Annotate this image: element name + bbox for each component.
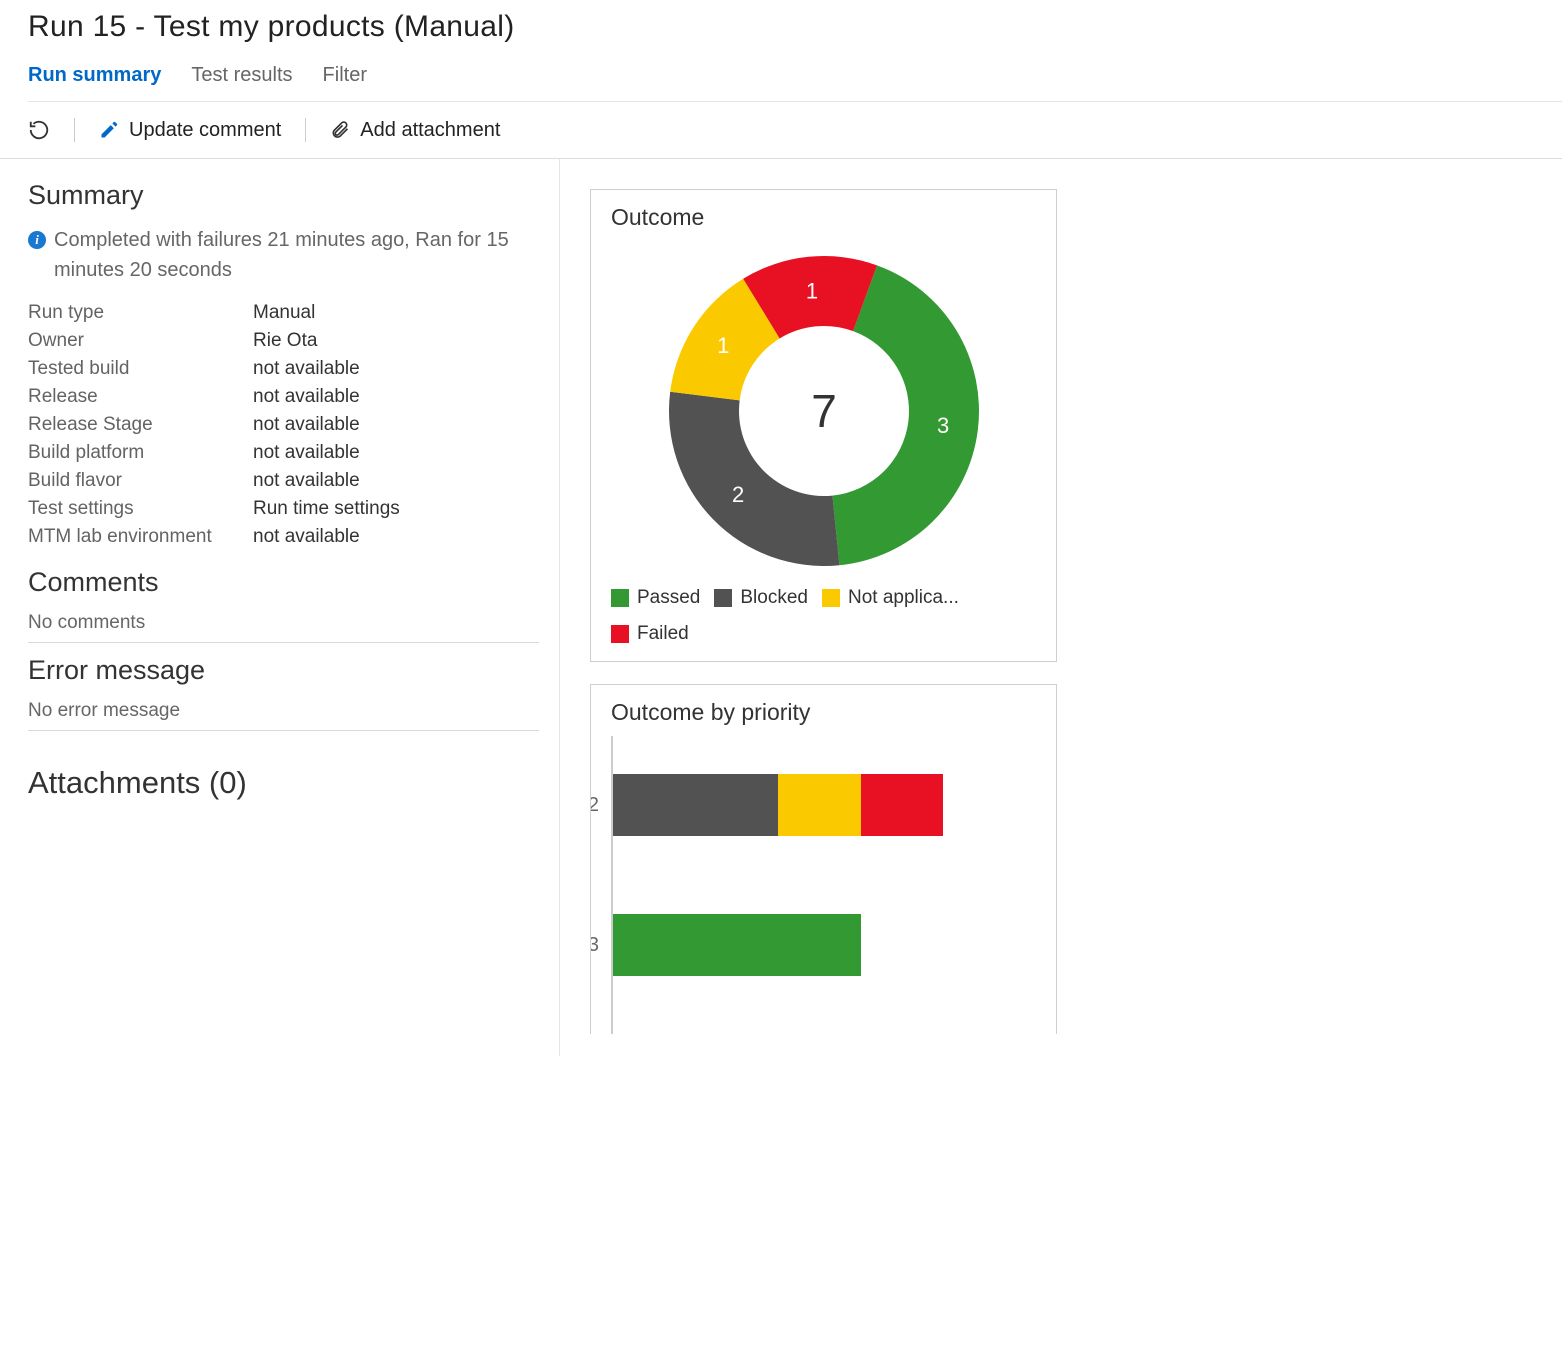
prop-val: not available	[253, 411, 400, 439]
bar-segment-passed[interactable]	[613, 914, 861, 976]
toolbar-separator	[74, 118, 75, 142]
bar-segment-blocked[interactable]	[613, 774, 778, 836]
outcome-title: Outcome	[611, 204, 1036, 231]
bar-category-label: 3	[590, 934, 599, 957]
refresh-icon	[28, 119, 50, 141]
info-icon: i	[28, 231, 46, 249]
prop-row: Build platformnot available	[28, 439, 400, 467]
card-outcome-by-priority: Outcome by priority 23	[590, 684, 1057, 1034]
prop-key: Test settings	[28, 495, 253, 523]
bar-chart: 23	[611, 736, 967, 1034]
prop-key: MTM lab environment	[28, 523, 253, 551]
pencil-icon	[99, 120, 119, 140]
prop-row: Release Stagenot available	[28, 411, 400, 439]
tab-test-results[interactable]: Test results	[191, 64, 292, 87]
page-title: Run 15 - Test my products (Manual)	[28, 10, 1562, 44]
run-properties: Run typeManual OwnerRie Ota Tested build…	[28, 299, 400, 551]
tab-bar: Run summary Test results Filter	[28, 64, 1562, 102]
donut-slice-label: 1	[805, 279, 817, 304]
legend-swatch	[714, 589, 732, 607]
donut-slice-label: 1	[717, 333, 729, 358]
legend-label: Blocked	[740, 587, 808, 609]
status-text: Completed with failures 21 minutes ago, …	[54, 225, 539, 285]
bar-category-label: 2	[590, 794, 599, 817]
error-heading: Error message	[28, 655, 539, 686]
prop-row: MTM lab environmentnot available	[28, 523, 400, 551]
bar-row: 2	[590, 774, 945, 836]
attachments-heading: Attachments (0)	[28, 765, 539, 801]
prop-val: not available	[253, 439, 400, 467]
legend-item[interactable]: Failed	[611, 623, 689, 645]
prop-val: Manual	[253, 299, 400, 327]
prop-key: Release	[28, 383, 253, 411]
add-attachment-label: Add attachment	[360, 119, 500, 142]
donut-center-total: 7	[811, 385, 837, 437]
prop-val: not available	[253, 383, 400, 411]
comments-heading: Comments	[28, 567, 539, 598]
card-outcome: Outcome 3 2 1 1 7 Passed Blocked Not applica..…	[590, 189, 1057, 662]
update-comment-label: Update comment	[129, 119, 281, 142]
update-comment-button[interactable]: Update comment	[99, 119, 281, 142]
prop-row: Run typeManual	[28, 299, 400, 327]
prop-row: Build flavornot available	[28, 467, 400, 495]
legend-swatch	[611, 625, 629, 643]
prop-val: not available	[253, 467, 400, 495]
prop-row: Test settingsRun time settings	[28, 495, 400, 523]
prop-key: Release Stage	[28, 411, 253, 439]
bar-segment-not-applicable[interactable]	[778, 774, 861, 836]
divider	[28, 642, 539, 643]
prop-key: Owner	[28, 327, 253, 355]
donut-slice-label: 2	[731, 482, 743, 507]
bar-segment-failed[interactable]	[861, 774, 944, 836]
prop-key: Tested build	[28, 355, 253, 383]
donut-chart: 3 2 1 1 7	[611, 241, 1036, 581]
refresh-button[interactable]	[28, 119, 50, 141]
legend-item[interactable]: Not applica...	[822, 587, 959, 609]
legend-item[interactable]: Blocked	[714, 587, 808, 609]
toolbar-separator	[305, 118, 306, 142]
prop-key: Build platform	[28, 439, 253, 467]
legend-swatch	[611, 589, 629, 607]
prop-val: not available	[253, 523, 400, 551]
bar-row: 3	[590, 914, 945, 976]
left-pane: Summary i Completed with failures 21 min…	[0, 159, 560, 1056]
prop-row: Releasenot available	[28, 383, 400, 411]
tab-run-summary[interactable]: Run summary	[28, 64, 161, 87]
prop-row: Tested buildnot available	[28, 355, 400, 383]
comments-empty: No comments	[28, 612, 539, 634]
legend-label: Passed	[637, 587, 700, 609]
right-pane: Outcome 3 2 1 1 7 Passed Blocked Not applica..…	[560, 159, 1562, 1056]
bar-track	[613, 914, 945, 976]
prop-val: not available	[253, 355, 400, 383]
error-empty: No error message	[28, 700, 539, 722]
legend-swatch	[822, 589, 840, 607]
summary-heading: Summary	[28, 180, 539, 211]
add-attachment-button[interactable]: Add attachment	[330, 119, 500, 142]
legend-item[interactable]: Passed	[611, 587, 700, 609]
donut-legend: Passed Blocked Not applica... Failed	[611, 587, 1036, 645]
donut-slice-label: 3	[936, 413, 948, 438]
legend-label: Not applica...	[848, 587, 959, 609]
prop-val: Rie Ota	[253, 327, 400, 355]
divider	[28, 730, 539, 731]
prop-key: Run type	[28, 299, 253, 327]
tab-filter[interactable]: Filter	[323, 64, 367, 87]
priority-title: Outcome by priority	[611, 699, 1036, 726]
status-line: i Completed with failures 21 minutes ago…	[28, 225, 539, 285]
prop-key: Build flavor	[28, 467, 253, 495]
paperclip-icon	[330, 119, 350, 141]
prop-row: OwnerRie Ota	[28, 327, 400, 355]
legend-label: Failed	[637, 623, 689, 645]
bar-track	[613, 774, 945, 836]
prop-val: Run time settings	[253, 495, 400, 523]
toolbar: Update comment Add attachment	[0, 102, 1562, 159]
